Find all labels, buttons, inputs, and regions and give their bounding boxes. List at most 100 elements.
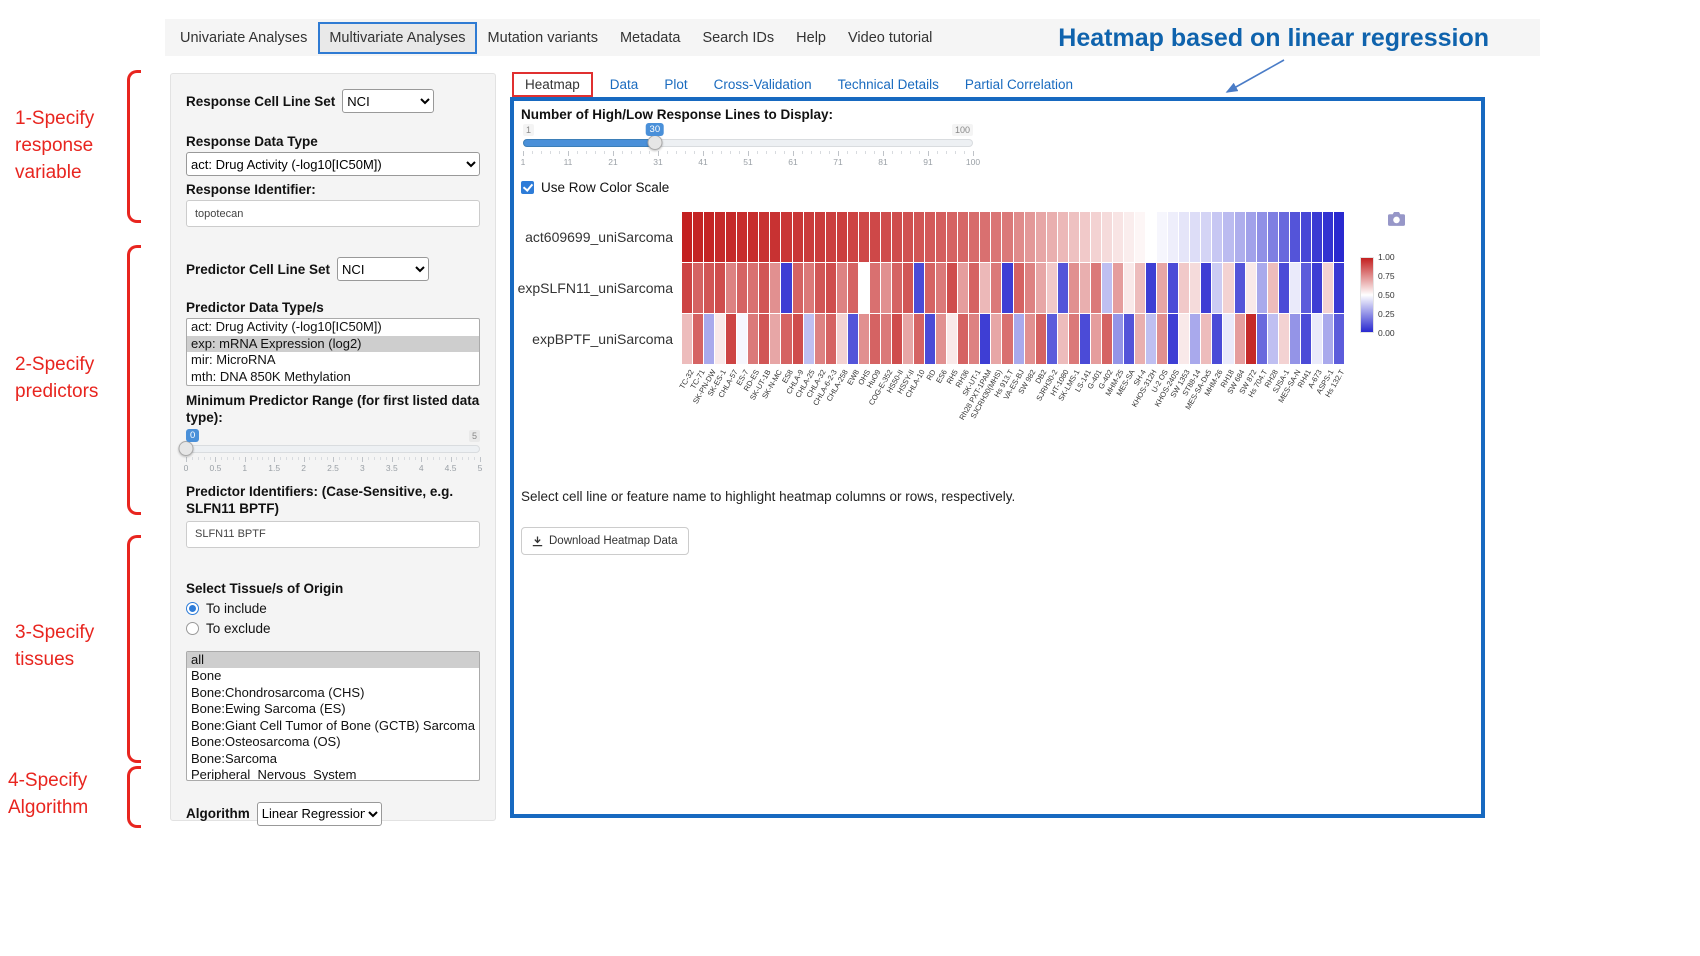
heatmap-cell xyxy=(859,212,869,262)
slider-handle[interactable] xyxy=(179,441,194,456)
slider-minor-tick xyxy=(892,151,893,154)
slider-handle[interactable] xyxy=(647,135,662,150)
heatmap-row-label[interactable]: act609699_uniSarcoma xyxy=(514,212,680,262)
slider-minor-tick xyxy=(775,151,776,154)
tissue-option[interactable]: Bone:Osteosarcoma (OS) xyxy=(187,734,479,751)
heatmap-cell xyxy=(1279,212,1289,262)
predictor-identifiers-input[interactable] xyxy=(186,521,480,548)
heatmap-cell xyxy=(925,263,935,313)
download-heatmap-data-button[interactable]: Download Heatmap Data xyxy=(521,527,689,555)
tissue-option[interactable]: Bone:Sarcoma xyxy=(187,751,479,768)
heatmap-cell xyxy=(1223,263,1233,313)
slider-minor-tick xyxy=(604,151,605,154)
heatmap-row-label[interactable]: expSLFN11_uniSarcoma xyxy=(514,263,680,313)
tissue-option[interactable]: Peripheral_Nervous_System xyxy=(187,767,479,781)
heatmap-cell xyxy=(1212,314,1222,364)
tab-partial-correlation[interactable]: Partial Correlation xyxy=(952,72,1086,97)
tab-data[interactable]: Data xyxy=(597,72,652,97)
heatmap-cell xyxy=(1091,212,1101,262)
slider-minor-tick xyxy=(474,457,475,460)
nav-univariate-analyses[interactable]: Univariate Analyses xyxy=(169,22,318,54)
min-predictor-range-slider[interactable]: 5 0 00.511.522.533.544.55 xyxy=(186,430,480,476)
tissue-radio-include[interactable]: To include xyxy=(186,601,480,616)
heatmap-cell xyxy=(1279,314,1289,364)
heatmap-cell xyxy=(726,212,736,262)
heatmap-cell xyxy=(870,314,880,364)
heatmap-cell xyxy=(1290,314,1300,364)
tissue-option[interactable]: Bone:Chondrosarcoma (CHS) xyxy=(187,685,479,702)
heatmap-cell xyxy=(936,314,946,364)
heatmap-cell xyxy=(715,314,725,364)
predictor-data-type-option[interactable]: mth: DNA 850K Methylation xyxy=(187,369,479,386)
lines-slider[interactable]: 1 100 30 1112131415161718191100 xyxy=(523,124,973,170)
nav-metadata[interactable]: Metadata xyxy=(609,22,691,54)
slider-minor-tick xyxy=(257,457,258,460)
heatmap-cell xyxy=(1235,314,1245,364)
heatmap-cell xyxy=(1301,314,1311,364)
slider-minor-tick xyxy=(631,151,632,154)
slider-minor-tick xyxy=(357,457,358,460)
heatmap-cell xyxy=(936,263,946,313)
tab-cross-validation[interactable]: Cross-Validation xyxy=(701,72,825,97)
heatmap-cell xyxy=(759,263,769,313)
tissue-option[interactable]: Bone:Ewing Sarcoma (ES) xyxy=(187,701,479,718)
heatmap-cell xyxy=(903,314,913,364)
nav-mutation-variants[interactable]: Mutation variants xyxy=(477,22,609,54)
heatmap-cell xyxy=(1036,263,1046,313)
algorithm-select[interactable]: Linear Regression xyxy=(257,802,382,826)
colorbar-tick-label: 0.00 xyxy=(1378,328,1395,338)
slider-minor-tick xyxy=(730,151,731,154)
predictor-cell-line-set-select[interactable]: NCI xyxy=(337,257,429,281)
tissue-radio-exclude[interactable]: To exclude xyxy=(186,621,480,636)
heatmap-cell xyxy=(991,212,1001,262)
heatmap-cell xyxy=(1069,314,1079,364)
predictor-data-type-option[interactable]: mir: MicroRNA xyxy=(187,352,479,369)
heatmap-cell xyxy=(781,263,791,313)
heatmap-cell xyxy=(903,263,913,313)
nav-help[interactable]: Help xyxy=(785,22,837,54)
tab-heatmap[interactable]: Heatmap xyxy=(512,72,593,97)
heatmap-cell xyxy=(914,314,924,364)
heatmap-cell xyxy=(1047,314,1057,364)
panel-tabs: Heatmap Data Plot Cross-Validation Techn… xyxy=(512,72,1086,97)
slider-minor-tick xyxy=(856,151,857,154)
heatmap-cell xyxy=(793,212,803,262)
predictor-data-type-option[interactable]: exp: mRNA Expression (log2) xyxy=(187,336,479,353)
slider-minor-tick xyxy=(676,151,677,154)
heatmap-cell xyxy=(881,212,891,262)
heatmap-row-label[interactable]: expBPTF_uniSarcoma xyxy=(514,314,680,364)
slider-tick-label: 2 xyxy=(301,463,306,473)
nav-search-ids[interactable]: Search IDs xyxy=(691,22,785,54)
heatmap-cell xyxy=(1301,263,1311,313)
response-identifier-input[interactable] xyxy=(186,200,480,227)
heatmap-cell xyxy=(892,212,902,262)
use-row-color-scale-checkbox[interactable]: Use Row Color Scale xyxy=(521,180,669,195)
heatmap-cell xyxy=(804,314,814,364)
slider-minor-tick xyxy=(239,457,240,460)
slider-tick xyxy=(568,151,569,156)
tissue-option[interactable]: Bone xyxy=(187,668,479,685)
slider-tick xyxy=(362,457,363,462)
slider-tick xyxy=(703,151,704,156)
nav-video-tutorial[interactable]: Video tutorial xyxy=(837,22,943,54)
response-cell-line-set-select[interactable]: NCI xyxy=(342,89,434,113)
tab-technical-details[interactable]: Technical Details xyxy=(825,72,952,97)
predictor-data-type-option[interactable]: act: Drug Activity (-log10[IC50M]) xyxy=(187,319,479,336)
heatmap-cell xyxy=(1312,314,1322,364)
camera-button[interactable] xyxy=(1386,210,1407,231)
heatmap-cell xyxy=(881,263,891,313)
heatmap-cell xyxy=(991,263,1001,313)
heatmap-cell xyxy=(748,263,758,313)
slider-minor-tick xyxy=(404,457,405,460)
heatmap-cell xyxy=(1014,263,1024,313)
heatmap-cell xyxy=(748,314,758,364)
heatmap-cell xyxy=(914,263,924,313)
nav-multivariate-analyses[interactable]: Multivariate Analyses xyxy=(318,22,476,54)
response-data-type-select[interactable]: act: Drug Activity (-log10[IC50M]) xyxy=(186,152,480,176)
slider-minor-tick xyxy=(409,457,410,460)
slider-tick xyxy=(333,457,334,462)
tissue-option[interactable]: Bone:Giant Cell Tumor of Bone (GCTB) Sar… xyxy=(187,718,479,735)
tab-plot[interactable]: Plot xyxy=(651,72,700,97)
heatmap-cell xyxy=(1168,314,1178,364)
tissue-option[interactable]: all xyxy=(187,652,479,669)
